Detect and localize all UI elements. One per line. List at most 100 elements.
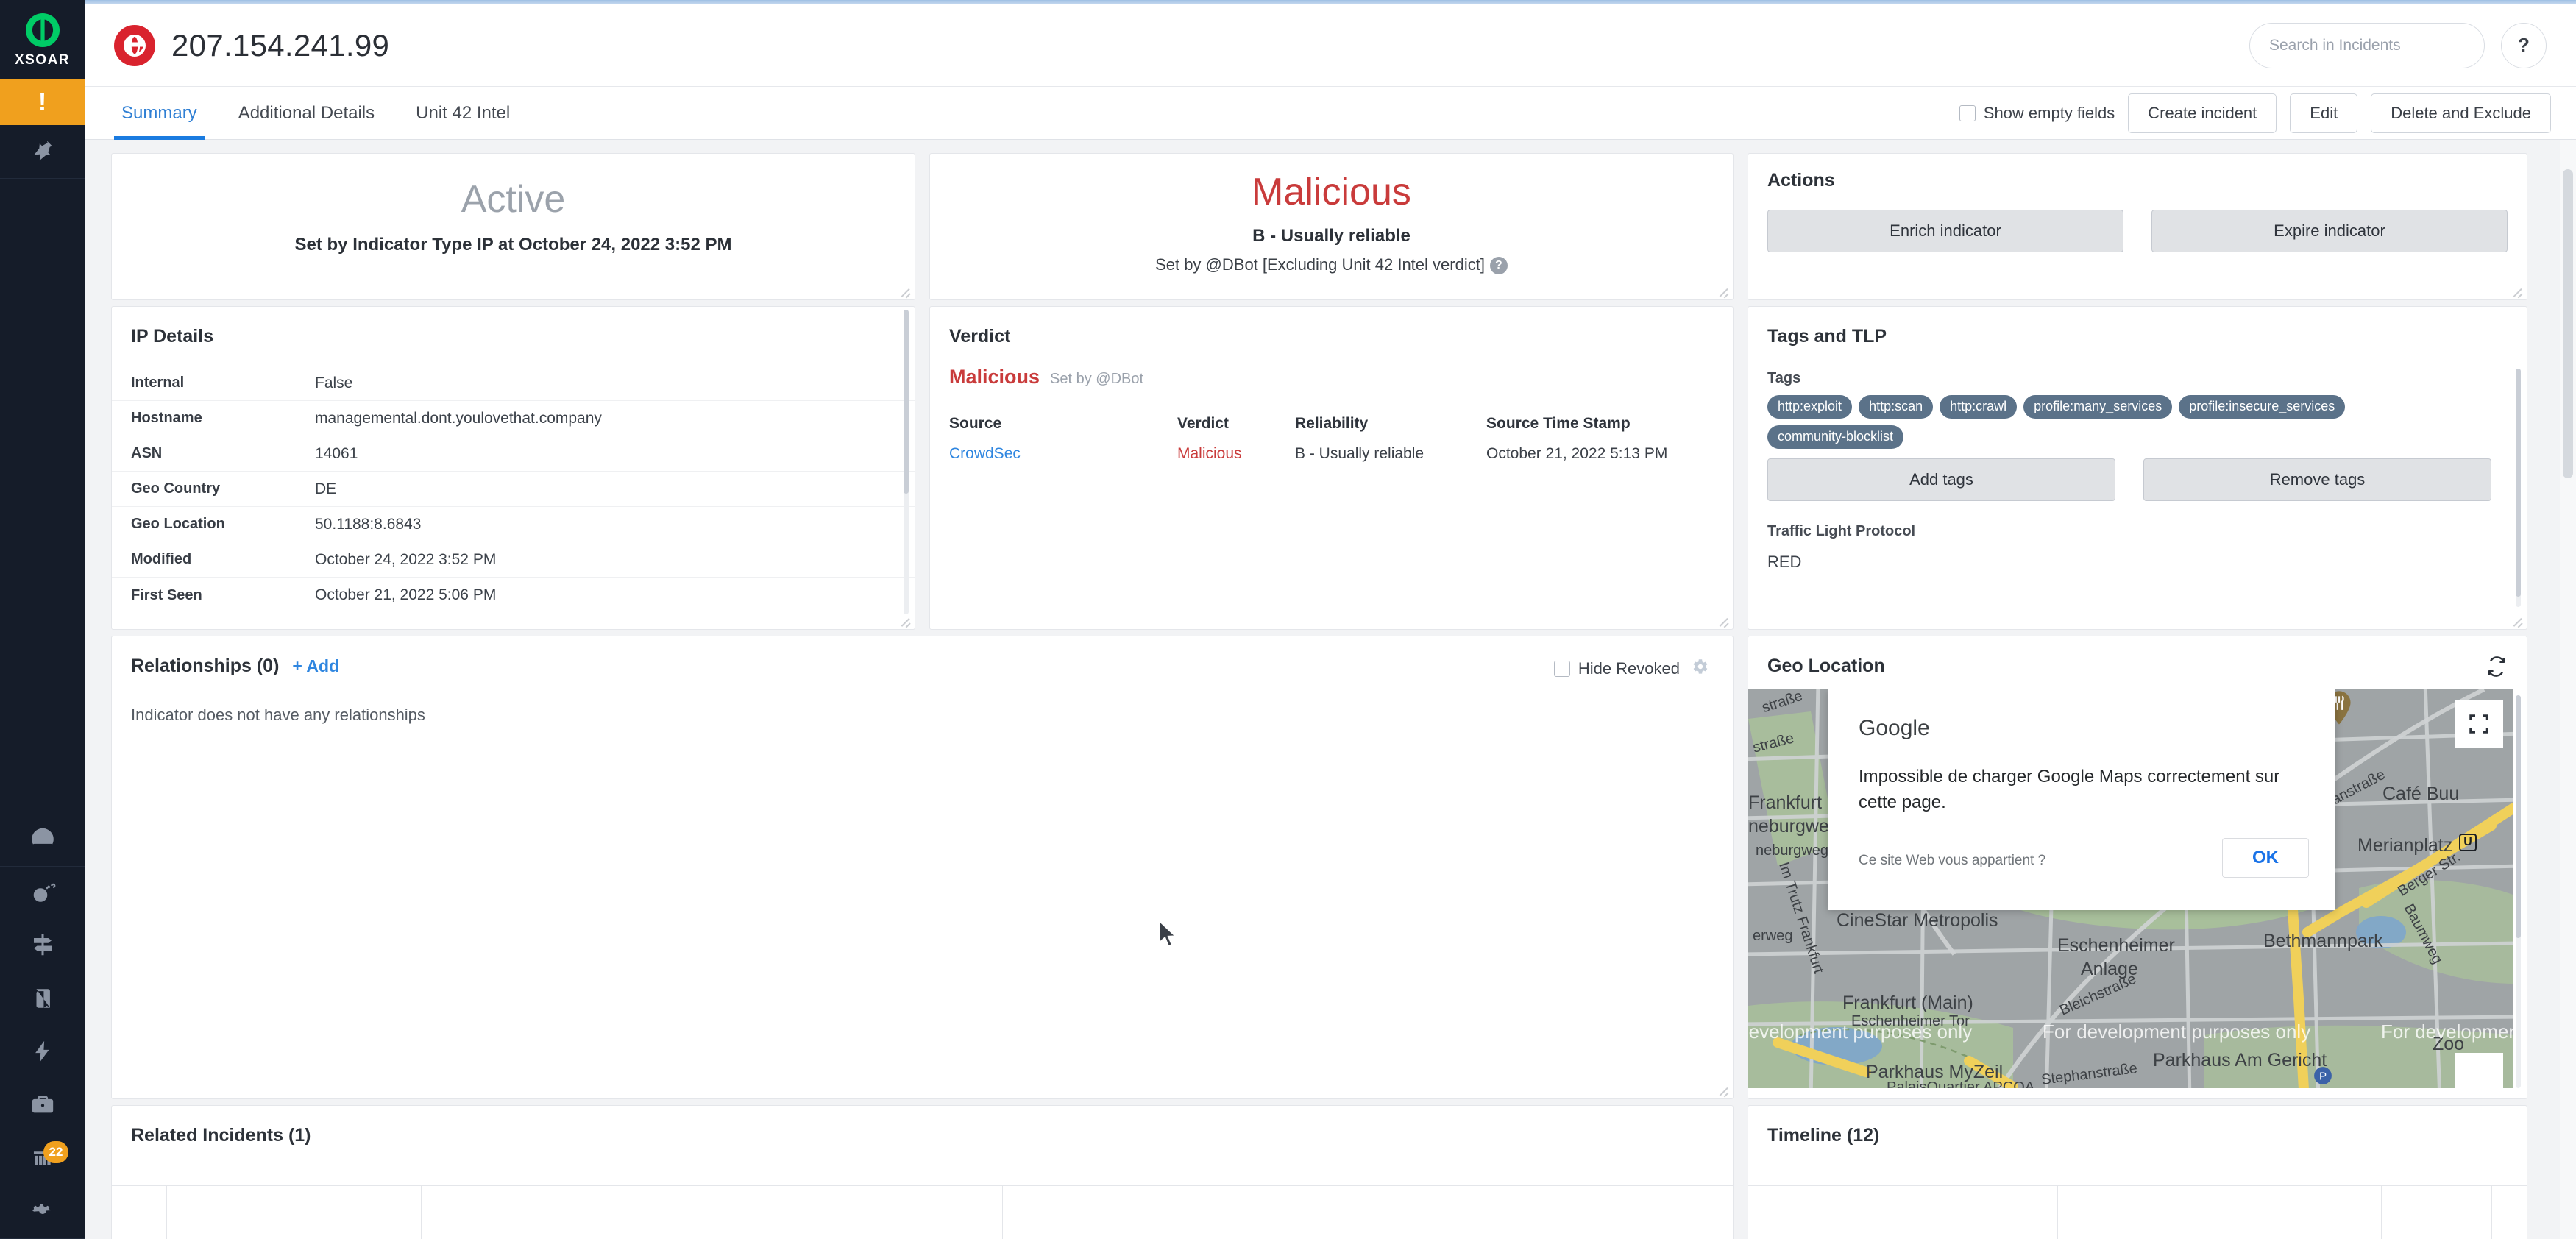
tlp-label: Traffic Light Protocol: [1767, 523, 1915, 540]
sidebar-item-playbooks[interactable]: [0, 920, 85, 973]
signpost-icon: [29, 931, 56, 962]
poi-parking-icon: P: [2313, 1066, 2332, 1088]
edit-button[interactable]: Edit: [2290, 93, 2357, 133]
add-relationship-link[interactable]: + Add: [292, 656, 339, 676]
tags-tlp-card: Tags and TLP Tags http:exploit http:scan…: [1748, 306, 2527, 630]
sidebar-item-threat-intel[interactable]: [0, 867, 85, 920]
sidebar-item-settings[interactable]: [0, 1185, 85, 1238]
cell-timestamp: October 21, 2022 5:13 PM: [1486, 445, 1714, 463]
tags-list: http:exploit http:scan http:crawl profil…: [1767, 395, 2444, 449]
cell-source[interactable]: CrowdSec: [949, 445, 1177, 463]
actions-title: Actions: [1767, 170, 1835, 191]
tag-chip[interactable]: http:exploit: [1767, 395, 1852, 419]
relationships-empty-text: Indicator does not have any relationship…: [131, 706, 425, 725]
resize-handle[interactable]: [899, 285, 911, 297]
map-viewport[interactable]: straße straße Frankfurt (Main) neburgweg…: [1748, 689, 2513, 1088]
dialog-title: Google: [1859, 716, 1930, 741]
resize-handle[interactable]: [899, 614, 911, 626]
verdict-table-header: Source Verdict Reliability Source Time S…: [930, 402, 1733, 433]
page-scrollbar-thumb[interactable]: [2563, 169, 2573, 478]
app-logo[interactable]: XSOAR: [0, 0, 85, 79]
detail-value: managemental.dont.youlovethat.company: [315, 410, 602, 427]
search-input[interactable]: [2249, 23, 2485, 68]
enrich-indicator-button[interactable]: Enrich indicator: [1767, 210, 2123, 252]
help-button[interactable]: ?: [2501, 23, 2547, 68]
verdict-hero-card: Malicious B - Usually reliable Set by @D…: [929, 153, 1734, 300]
relationships-header-actions: Hide Revoked: [1554, 657, 1709, 680]
delete-and-exclude-button[interactable]: Delete and Exclude: [2371, 93, 2551, 133]
gear-icon[interactable]: [1690, 657, 1709, 680]
column-header-verdict: Verdict: [1177, 415, 1295, 433]
verdict-hero-setby-text: Set by @DBot [Excluding Unit 42 Intel ve…: [1155, 255, 1485, 274]
detail-row-geo-location: Geo Location 50.1188:8.6843: [112, 507, 915, 542]
expire-indicator-button[interactable]: Expire indicator: [2151, 210, 2508, 252]
tags-tlp-title: Tags and TLP: [1767, 326, 1887, 347]
column-header-reliability: Reliability: [1295, 415, 1486, 433]
sidebar-item-war-room[interactable]: 22: [0, 1132, 85, 1185]
add-tags-button[interactable]: Add tags: [1767, 458, 2115, 501]
col-divider: [2381, 1185, 2382, 1239]
fullscreen-icon[interactable]: [2455, 700, 2503, 748]
actions-buttons: Enrich indicator Expire indicator: [1767, 210, 2508, 252]
tab-additional-details[interactable]: Additional Details: [218, 87, 395, 140]
question-circle-icon[interactable]: ?: [1490, 257, 1508, 274]
toolbar-actions: Show empty fields Create incident Edit D…: [1959, 93, 2551, 133]
column-header-source: Source: [949, 415, 1177, 433]
col-divider: [1002, 1185, 1003, 1239]
detail-row-asn: ASN 14061: [112, 436, 915, 472]
verdict-headline: Malicious: [949, 366, 1040, 388]
tag-chip[interactable]: http:scan: [1859, 395, 1933, 419]
show-empty-fields-label: Show empty fields: [1984, 104, 2115, 123]
remove-tags-button[interactable]: Remove tags: [2143, 458, 2491, 501]
alert-exclamation-icon[interactable]: !: [0, 79, 85, 125]
detail-value: 14061: [315, 445, 358, 463]
resize-handle[interactable]: [1717, 285, 1729, 297]
resize-handle[interactable]: [2511, 285, 2523, 297]
transit-icons-right: U: [2459, 834, 2477, 851]
google-maps-error-dialog: Google Impossible de charger Google Maps…: [1828, 689, 2335, 910]
relationships-card: Relationships (0) + Add Hide Revoked Ind…: [111, 636, 1734, 1099]
dialog-message: Impossible de charger Google Maps correc…: [1859, 764, 2302, 816]
geo-scrollbar-thumb[interactable]: [2516, 695, 2521, 938]
table-row[interactable]: CrowdSec Malicious B - Usually reliable …: [930, 433, 1733, 475]
cell-reliability: B - Usually reliable: [1295, 445, 1486, 463]
tab-unit-42-intel[interactable]: Unit 42 Intel: [395, 87, 531, 140]
tags-scrollbar-thumb[interactable]: [2516, 369, 2521, 597]
hide-revoked-checkbox[interactable]: Hide Revoked: [1554, 659, 1680, 678]
tag-chip[interactable]: http:crawl: [1940, 395, 2017, 419]
briefcase-icon: [30, 1092, 55, 1121]
create-incident-button[interactable]: Create incident: [2128, 93, 2277, 133]
dialog-ok-button[interactable]: OK: [2222, 838, 2309, 878]
bomb-icon: [29, 878, 56, 909]
map-control-stub[interactable]: [2455, 1053, 2503, 1088]
table-divider: [1748, 1185, 2527, 1186]
tag-chip[interactable]: community-blocklist: [1767, 425, 1903, 449]
page-header: 207.154.241.99 ?: [85, 4, 2576, 87]
detail-value: 50.1188:8.6843: [315, 516, 421, 533]
show-empty-fields-checkbox[interactable]: Show empty fields: [1959, 104, 2115, 123]
col-divider: [2491, 1185, 2492, 1239]
sidebar-item-automation[interactable]: [0, 1026, 85, 1079]
tags-buttons: Add tags Remove tags: [1767, 458, 2491, 501]
status-value: Active: [112, 177, 915, 221]
sidebar-item-dashboard[interactable]: [0, 813, 85, 866]
ip-details-card: IP Details Internal False Hostname manag…: [111, 306, 915, 630]
resize-handle[interactable]: [2511, 614, 2523, 626]
sidebar-item-cases[interactable]: [0, 1079, 85, 1132]
detail-row-modified: Modified October 24, 2022 3:52 PM: [112, 542, 915, 578]
timeline-title: Timeline (12): [1767, 1125, 1879, 1146]
tag-chip[interactable]: profile:many_services: [2023, 395, 2172, 419]
u-bahn-icon: U: [2459, 834, 2477, 851]
sidebar-item-pin[interactable]: [0, 125, 85, 178]
detail-key: First Seen: [131, 587, 315, 604]
detail-key: Internal: [131, 374, 315, 391]
col-divider: [421, 1185, 422, 1239]
sidebar-group-intel: [0, 867, 85, 973]
sidebar-item-docs[interactable]: [0, 973, 85, 1026]
tag-chip[interactable]: profile:insecure_services: [2179, 395, 2345, 419]
resize-handle[interactable]: [1717, 1084, 1729, 1096]
ip-details-scrollbar-thumb[interactable]: [904, 310, 909, 494]
refresh-icon[interactable]: [2485, 656, 2508, 681]
resize-handle[interactable]: [1717, 614, 1729, 626]
tab-summary[interactable]: Summary: [101, 87, 218, 140]
